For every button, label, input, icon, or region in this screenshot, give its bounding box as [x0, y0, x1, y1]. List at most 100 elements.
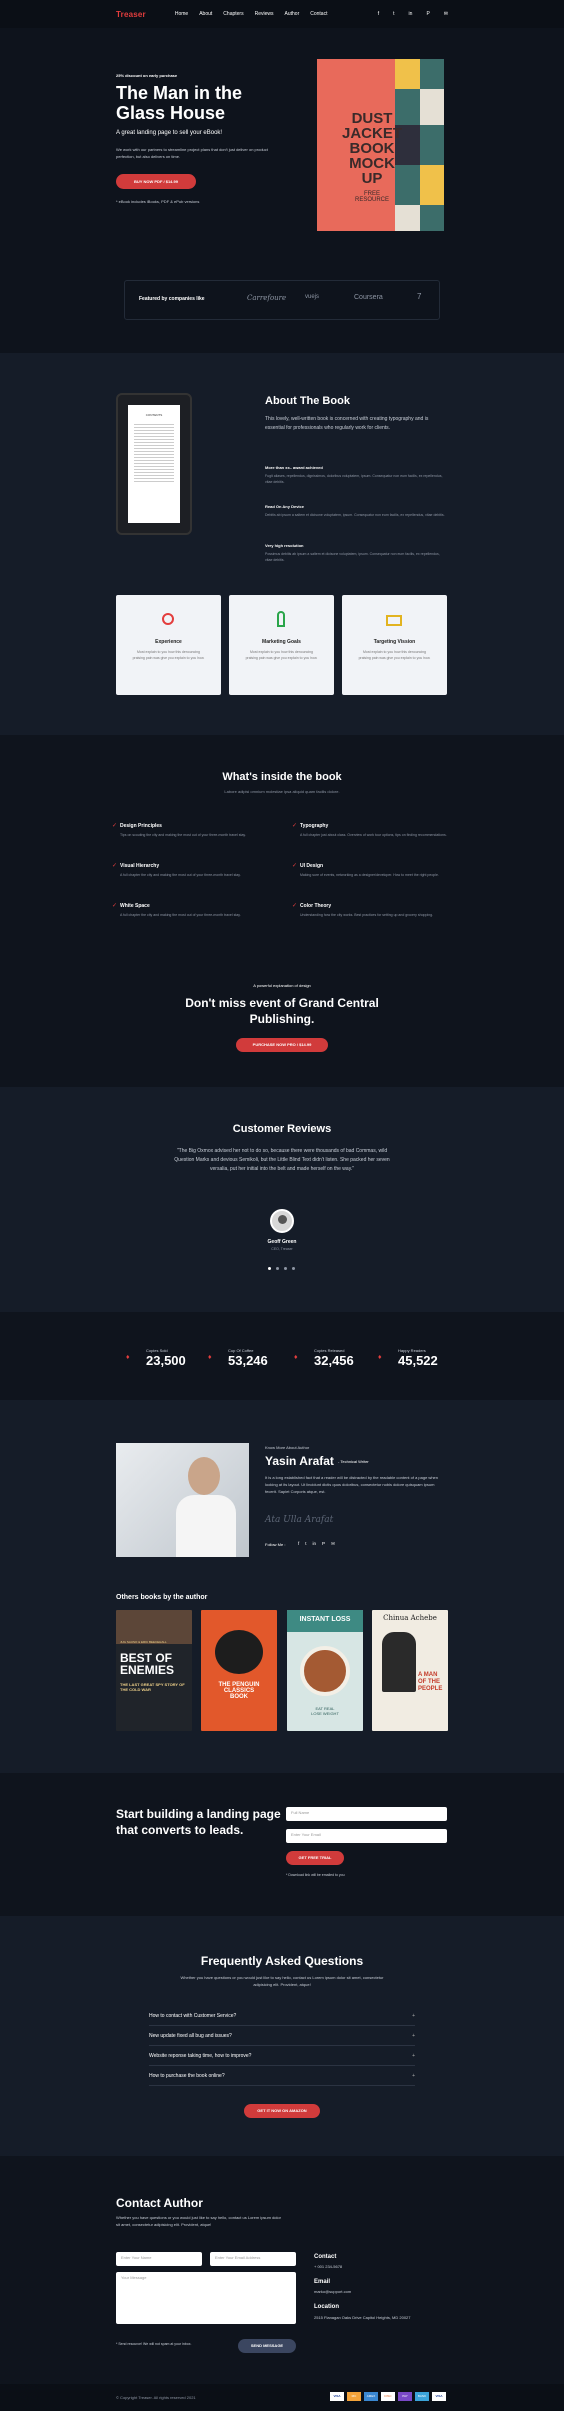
event-pre: A powerful explanation of design [253, 983, 311, 988]
book-3-title: INSTANT LOSS [299, 1616, 351, 1623]
book-icon: ♦ [126, 1354, 130, 1361]
book-1-subtitle: THE LAST GREAT SPY STORY OF THE COLD WAR [120, 1682, 185, 1692]
discount-note: 25% discount on early purchase [116, 73, 178, 78]
discover-icon: DISC [381, 2392, 395, 2401]
hero-subtitle: A great landing page to sell your eBook! [116, 130, 223, 136]
menu-item-contact[interactable]: Contact [310, 11, 327, 17]
book-instant-loss[interactable]: INSTANT LOSS EAT REAL LOSE WEIGHT [287, 1610, 363, 1731]
check-icon: ✓ [112, 863, 118, 869]
book-a-man-of-the-people[interactable]: Chinua Achebe A MAN OF THE PEOPLE [372, 1610, 448, 1731]
author-photo [116, 1443, 249, 1557]
carousel-dots [268, 1267, 298, 1270]
faq-item-4[interactable]: How to purchase the book online? + [149, 2067, 415, 2086]
contact-email-input[interactable]: Enter Your Email Address [210, 2252, 296, 2266]
amazon-button[interactable]: GET IT NOW ON AMAZON [244, 2104, 320, 2118]
email-label: Email [314, 2279, 331, 2285]
author-name: Yasin Arafat [265, 1454, 334, 1468]
hero-title: The Man in the Glass House [116, 83, 242, 123]
check-icon: ✓ [112, 903, 118, 909]
payment-icons: VISA MC AMEX DISC PAY BANK VISA [330, 2392, 446, 2401]
buy-now-button[interactable]: BUY NOW PDF / $14.99 [116, 174, 196, 189]
feature-ui-design: ✓ UI Design Making sure of events, network… [292, 863, 439, 877]
faq-item-3[interactable]: Website reponse taking time, how to impr… [149, 2047, 415, 2066]
bank-icon: BANK [415, 2392, 429, 2401]
pinterest-icon[interactable]: P [426, 11, 429, 17]
cover-shape-4 [420, 165, 444, 205]
menu-item-author[interactable]: Author [285, 11, 300, 17]
faq-item-1[interactable]: How to contact with Customer Service? + [149, 2007, 415, 2026]
location-value: 2515 Flanagan Oaks Drive Capitol Heights… [314, 2315, 411, 2320]
contact-message-input[interactable]: Your Message [116, 2272, 296, 2324]
menu-item-about[interactable]: About [199, 11, 212, 17]
twitter-icon[interactable]: t [305, 1541, 306, 1547]
linkedin-icon[interactable]: in [313, 1541, 317, 1547]
faq-item-2[interactable]: New update fixed all bug and issues? + [149, 2027, 415, 2046]
cover-shape-2 [420, 89, 444, 125]
rocket-icon [277, 611, 285, 627]
featured-label: Featured by companies like [139, 296, 205, 302]
menu-item-home[interactable]: Home [175, 11, 188, 17]
experience-icon [162, 613, 174, 625]
mail-icon[interactable]: ✉ [331, 1541, 335, 1547]
book-penguin-classics[interactable]: THE PENGUIN CLASSICS BOOK [201, 1610, 277, 1731]
brand-logo[interactable]: Treaser [116, 10, 146, 19]
stat-happy-readers: ♦ Happy Readers 45,522 [378, 1348, 438, 1368]
feature-color-theory: ✓ Color Theory Understanding how the city … [292, 903, 434, 917]
free-trial-button[interactable]: GET FREE TRIAL [286, 1851, 344, 1865]
author-signature: Ata Ulla Arafat [265, 1515, 334, 1525]
plus-icon: + [412, 2033, 415, 2039]
cover-title: DUST JACKET BOOK MOCK UP [341, 110, 402, 187]
dot-1[interactable] [268, 1267, 271, 1270]
author-social: f t in P ✉ [298, 1541, 335, 1547]
cta-note: * Download link will be emailed to you [286, 1873, 345, 1877]
reviewer-avatar [270, 1209, 294, 1233]
card-marketing-goals: Marketing Goals Most explain to you how t… [229, 595, 334, 695]
book-2-title: THE PENGUIN CLASSICS BOOK [218, 1682, 260, 1700]
author-role: - Technical Writer [338, 1459, 369, 1464]
check-icon: ✓ [112, 823, 118, 829]
dot-2[interactable] [276, 1267, 279, 1270]
check-icon: ✓ [292, 863, 298, 869]
visa-icon: VISA [330, 2392, 344, 2401]
stats-section: ♦ Copies Sold 23,500 ♦ Cup Of Coffee 53,24… [0, 1312, 564, 1400]
book-best-of-enemies[interactable]: JUG SAUSO & ERIC BEECEHALL BEST OF ENEMIE… [116, 1610, 192, 1731]
hero-body: We work with our partners to streamline … [116, 147, 268, 159]
contact-section: Contact Author Whether you have question… [0, 2156, 564, 2384]
author-section: Know More About Author Yasin Arafat - Te… [0, 1400, 564, 1773]
contact-name-input[interactable]: Enter Your Name [116, 2252, 202, 2266]
menu-item-reviews[interactable]: Reviews [255, 11, 274, 17]
twitter-icon[interactable]: t [393, 11, 394, 17]
stat-copies-sold: ♦ Copies Sold 23,500 [126, 1348, 186, 1368]
copies-icon: ♦ [294, 1354, 298, 1361]
linkedin-icon[interactable]: in [409, 11, 413, 17]
visa-icon-2: VISA [432, 2392, 446, 2401]
tablet-heading: CONTENTS [145, 413, 163, 417]
book-4-mask [382, 1632, 416, 1692]
facebook-icon[interactable]: f [378, 11, 379, 17]
about-item-3: Very high resolution Possimus debitis ab… [265, 543, 440, 562]
about-section: CONTENTS About The Book This lovely, wel… [0, 353, 564, 735]
full-name-input[interactable]: Full Name [286, 1807, 447, 1821]
pinterest-icon[interactable]: P [322, 1541, 325, 1547]
facebook-icon[interactable]: f [298, 1541, 299, 1547]
social-links: f t in P ✉ [378, 11, 448, 17]
dot-4[interactable] [292, 1267, 295, 1270]
email-value[interactable]: marko@support.com [314, 2289, 351, 2294]
card-targeting-vission: Targeting Vission Most explain to you how… [342, 595, 447, 695]
dot-3[interactable] [284, 1267, 287, 1270]
stat-copies-released: ♦ Copies Released 32,456 [294, 1348, 354, 1368]
send-message-button[interactable]: SEND MESSAGE [238, 2339, 296, 2353]
book-1-photo [116, 1610, 192, 1644]
reviewer-name: Geoff Green [267, 1239, 297, 1245]
about-title: About The Book [265, 395, 350, 407]
about-item-2: Read On Any Device Debitis ab ipsum a sa… [265, 504, 445, 517]
purchase-button[interactable]: PURCHASE NOW PRO / $14.99 [236, 1038, 328, 1052]
email-input[interactable]: Enter Your Email [286, 1829, 447, 1843]
menu-item-chapters[interactable]: Chapters [223, 11, 243, 17]
inside-subtitle: Labore adipisi omnium molestiae ipsa ali… [224, 789, 340, 794]
mail-icon[interactable]: ✉ [444, 11, 448, 17]
contact-title: Contact Author [116, 2196, 203, 2210]
feature-white-space: ✓ White Space A full chapter the city and … [112, 903, 241, 917]
event-title: Don't miss event of Grand Central Publis… [185, 996, 379, 1026]
author-pre: Know More About Author [265, 1445, 310, 1450]
